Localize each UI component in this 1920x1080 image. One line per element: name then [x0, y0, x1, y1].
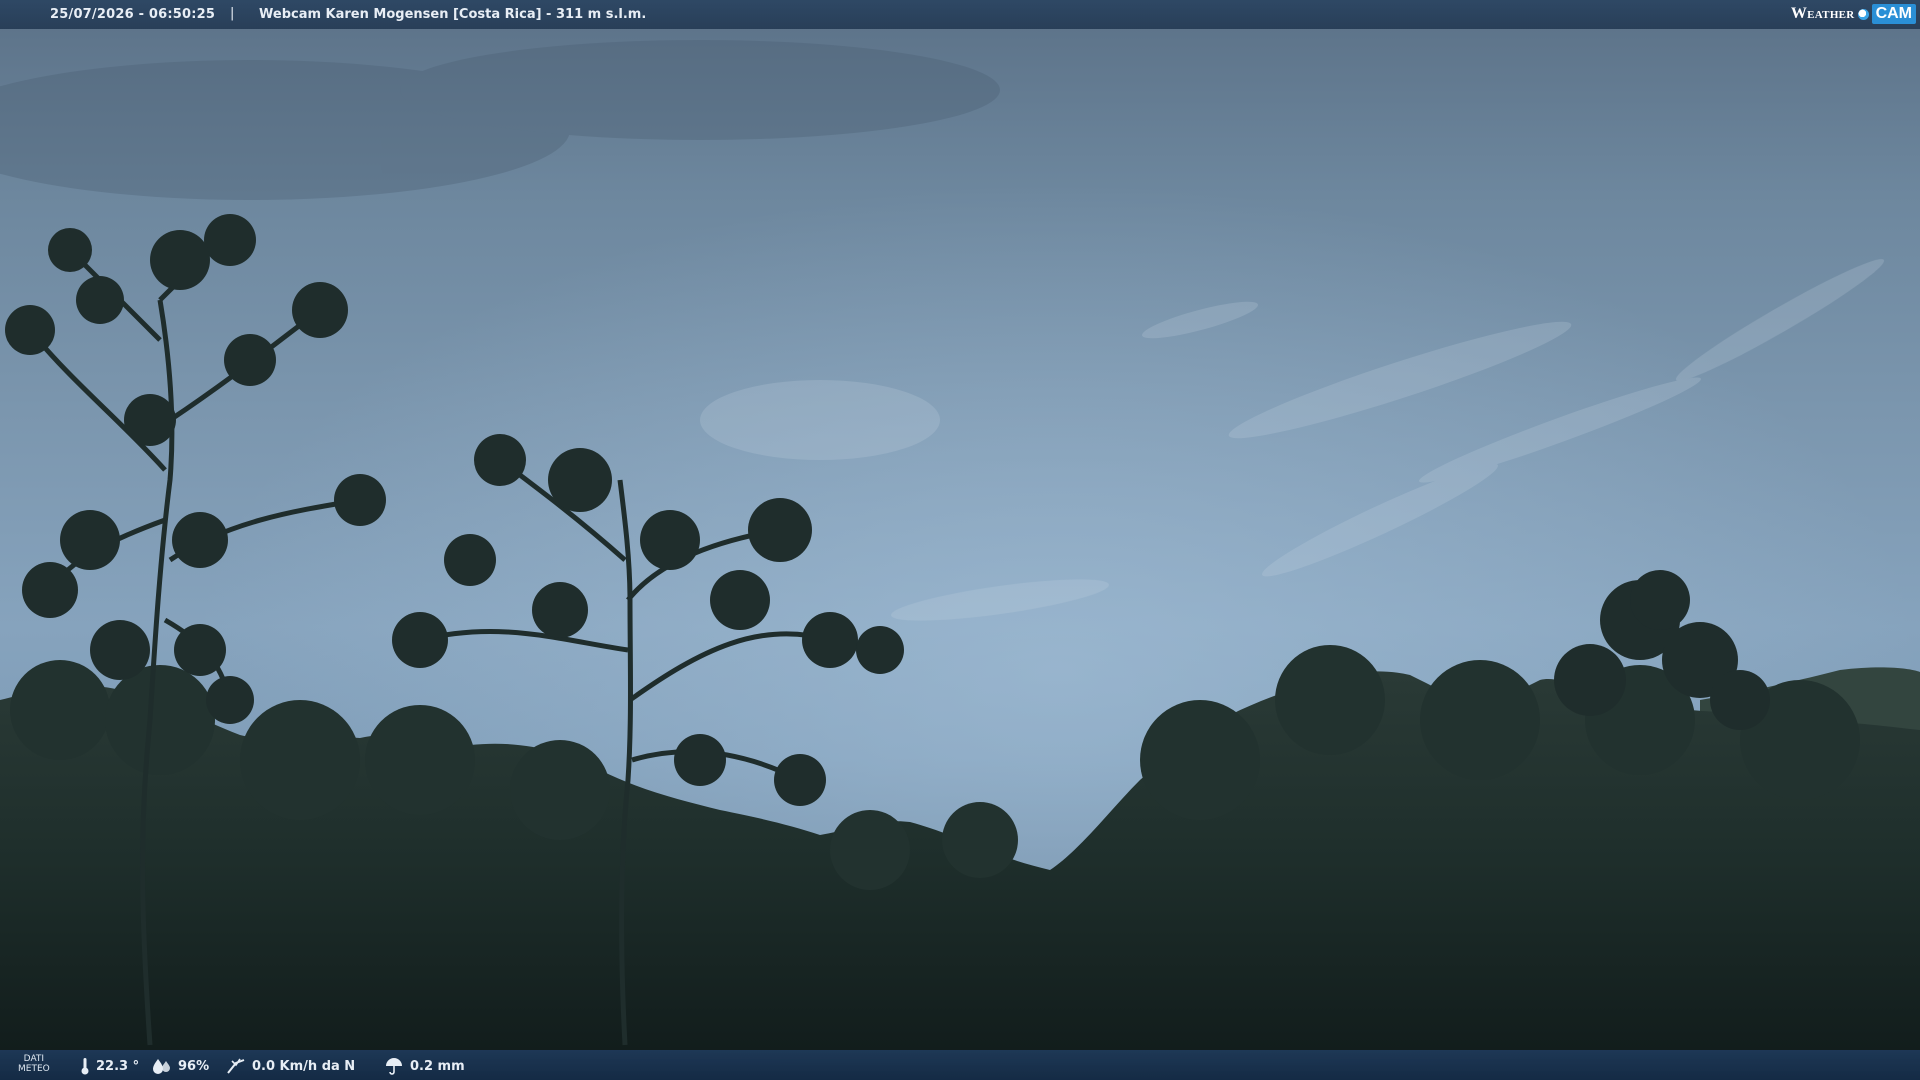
landscape-illustration	[0, 0, 1920, 1080]
top-info-bar: 25/07/2026 - 06:50:25 | Webcam Karen Mog…	[0, 0, 1920, 29]
logo-globe-icon	[1857, 8, 1869, 20]
logo-text-weather: Weather	[1790, 5, 1855, 22]
webcam-image	[0, 0, 1920, 1080]
umbrella-icon	[386, 1058, 402, 1075]
temperature-stat: 22.3 °	[80, 1057, 139, 1075]
dati-meteo-label: DATI METEO	[18, 1054, 50, 1074]
temperature-value: 22.3 °	[96, 1058, 140, 1074]
rain-stat: 0.2 mm	[384, 1057, 465, 1075]
webcam-title: Webcam Karen Mogensen [Costa Rica] - 311…	[259, 7, 647, 22]
humidity-stat: 96%	[152, 1057, 209, 1075]
title-separator: |	[230, 6, 235, 21]
weather-data-bar: DATI METEO 22.3 ° 96% 0.0 Km/h da N 0.2 …	[0, 1050, 1920, 1080]
thermometer-icon	[81, 1058, 89, 1075]
weathercam-logo: Weather CAM	[1791, 3, 1916, 25]
wind-stat: 0.0 Km/h da N	[226, 1057, 355, 1075]
logo-text-cam: CAM	[1871, 4, 1916, 24]
wind-value: 0.0 Km/h da N	[252, 1058, 356, 1074]
timestamp: 25/07/2026 - 06:50:25	[50, 7, 216, 22]
wind-icon	[227, 1058, 245, 1074]
humidity-drop-icon	[153, 1059, 170, 1074]
humidity-value: 96%	[178, 1058, 210, 1074]
rain-value: 0.2 mm	[410, 1058, 465, 1074]
